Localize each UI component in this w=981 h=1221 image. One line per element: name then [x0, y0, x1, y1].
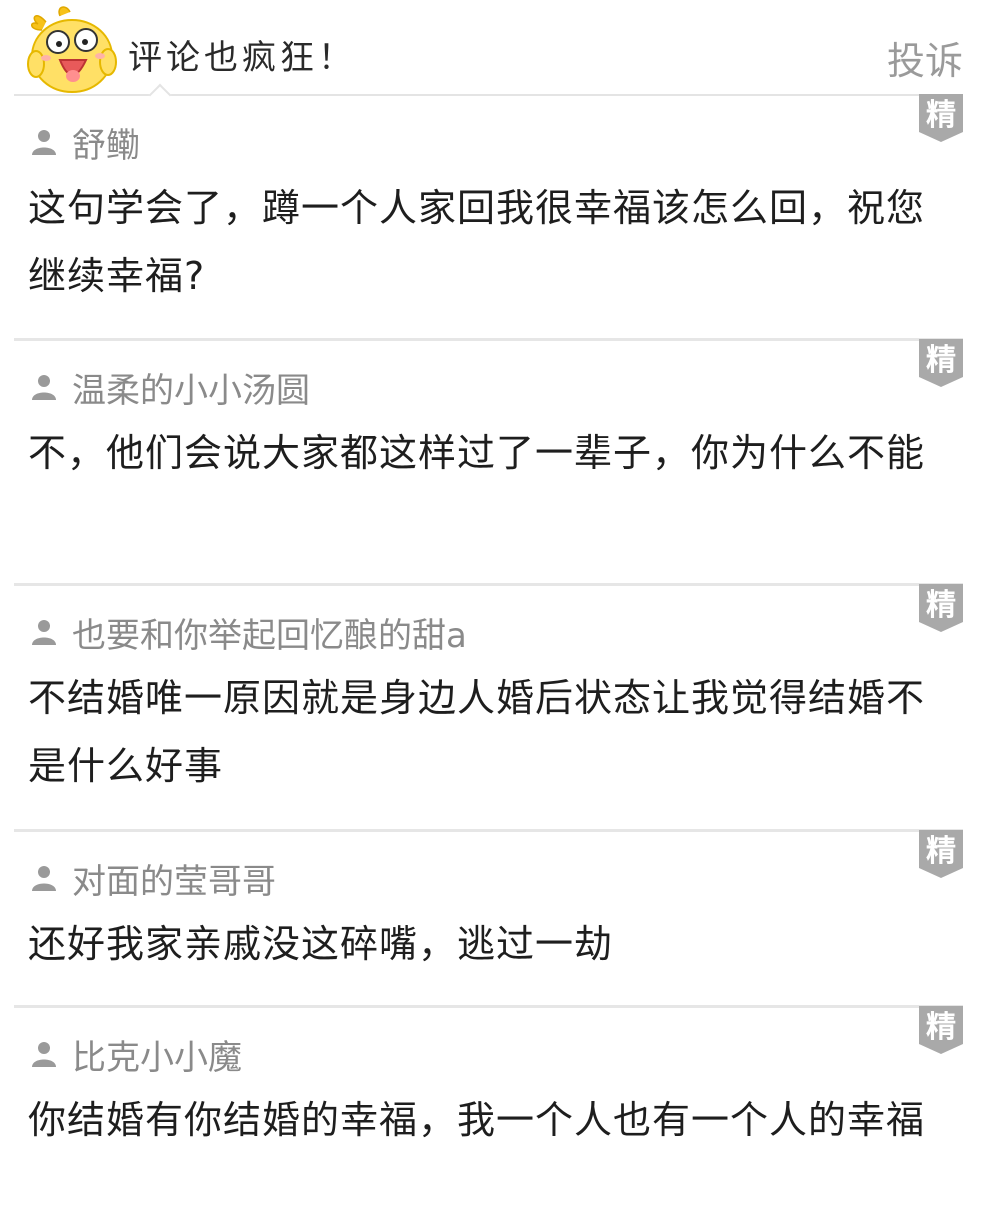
featured-badge-label: 精 — [926, 343, 956, 378]
comment-item: 舒鳓 精 这句学会了，蹲一个人家回我很幸福该怎么回，祝您继续幸福? — [14, 94, 963, 341]
comment-item: 比克小小魔 精 你结婚有你结婚的幸福，我一个人也有一个人的幸福 — [14, 1006, 963, 1221]
comment-username[interactable]: 对面的莹哥哥 — [72, 854, 276, 903]
comment-item: 也要和你举起回忆酿的甜a 精 不结婚唯一原因就是身边人婚后状态让我觉得结婚不是什… — [14, 584, 963, 832]
comment-username[interactable]: 也要和你举起回忆酿的甜a — [72, 608, 467, 657]
featured-badge: 精 — [919, 339, 963, 387]
comment-username[interactable]: 比克小小魔 — [72, 1030, 242, 1079]
comments-header: 评论也疯狂！ 投诉 — [0, 0, 981, 107]
comment-meta: 舒鳓 — [30, 118, 140, 166]
comment-text: 你结婚有你结婚的幸福，我一个人也有一个人的幸福 — [28, 1098, 926, 1142]
comment-text: 不结婚唯一原因就是身边人婚后状态让我觉得结婚不是什么好事 — [28, 676, 926, 788]
report-button[interactable]: 投诉 — [887, 30, 963, 85]
user-icon — [30, 864, 58, 892]
comment-item: 对面的莹哥哥 精 还好我家亲戚没这碎嘴，逃过一劫 — [14, 830, 963, 1008]
user-icon — [30, 1040, 58, 1068]
comment-list: 舒鳓 精 这句学会了，蹲一个人家回我很幸福该怎么回，祝您继续幸福? 温柔的小小汤… — [0, 94, 981, 1221]
featured-badge-label: 精 — [926, 588, 956, 623]
comment-username[interactable]: 舒鳓 — [72, 118, 140, 167]
header-title: 评论也疯狂！ — [128, 38, 356, 78]
comment-username[interactable]: 温柔的小小汤圆 — [72, 363, 310, 412]
featured-badge-label: 精 — [926, 98, 956, 133]
featured-badge: 精 — [919, 584, 963, 632]
featured-badge: 精 — [919, 94, 963, 142]
comment-text: 不，他们会说大家都这样过了一辈子，你为什么不能 — [28, 431, 926, 475]
comment-meta: 温柔的小小汤圆 — [30, 363, 310, 411]
comment-meta: 对面的莹哥哥 — [30, 854, 276, 902]
featured-badge-label: 精 — [926, 834, 956, 869]
comment-meta: 比克小小魔 — [30, 1030, 242, 1078]
featured-badge-label: 精 — [926, 1010, 956, 1045]
user-icon — [30, 128, 58, 156]
user-icon — [30, 373, 58, 401]
comment-item: 温柔的小小汤圆 精 不，他们会说大家都这样过了一辈子，你为什么不能 — [14, 339, 963, 586]
featured-badge: 精 — [919, 830, 963, 878]
featured-badge: 精 — [919, 1006, 963, 1054]
comment-text: 这句学会了，蹲一个人家回我很幸福该怎么回，祝您继续幸福? — [28, 186, 926, 298]
user-icon — [30, 618, 58, 646]
mascot-emoji-icon — [26, 4, 118, 94]
comment-text: 还好我家亲戚没这碎嘴，逃过一劫 — [28, 922, 614, 966]
comment-meta: 也要和你举起回忆酿的甜a — [30, 608, 467, 656]
